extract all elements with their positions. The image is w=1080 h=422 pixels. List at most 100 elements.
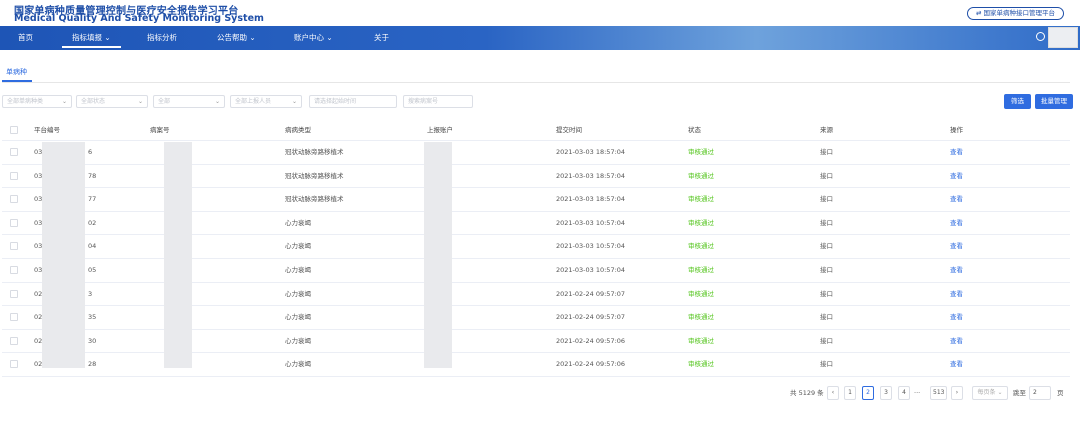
- page-last[interactable]: 513: [930, 386, 948, 400]
- cell-disease-type: 冠状动脉旁路移植术: [285, 171, 344, 180]
- row-checkbox[interactable]: [10, 266, 18, 274]
- cell-view-link[interactable]: 查看: [950, 141, 963, 164]
- row-checkbox[interactable]: [10, 195, 18, 204]
- date-picker[interactable]: 请选择起始时间: [309, 95, 397, 108]
- cell-view-link[interactable]: 查看: [950, 259, 963, 282]
- type-select[interactable]: 全部 ⌄: [153, 95, 225, 108]
- row-checkbox[interactable]: [10, 242, 18, 251]
- prev-page-button[interactable]: ‹: [827, 386, 839, 400]
- row-checkbox[interactable]: [10, 171, 18, 180]
- col-source: 来源: [820, 126, 833, 134]
- header: 国家单病种质量管理控制与医疗安全报告学习平台 Medical Quality A…: [0, 0, 1080, 26]
- cell-source: 接口: [820, 195, 833, 204]
- cell-submit-time: 2021-03-03 10:57:04: [556, 218, 626, 227]
- search-input[interactable]: 搜索病案号: [403, 95, 473, 108]
- page-size-select[interactable]: 每页条 ⌄: [972, 386, 1008, 400]
- page-1[interactable]: 1: [844, 386, 856, 400]
- cell-view-link[interactable]: 查看: [950, 165, 963, 188]
- cell-view-link[interactable]: 查看: [950, 188, 963, 211]
- cell-source: 接口: [820, 313, 833, 322]
- status-select[interactable]: 全部状态 ⌄: [76, 95, 148, 108]
- col-platform-id: 平台编号: [34, 126, 60, 134]
- nav-announcement-help[interactable]: 公告帮助 ⌄: [217, 26, 256, 50]
- cell-view-link[interactable]: 查看: [950, 306, 963, 329]
- cell-disease-type: 心力衰竭: [285, 289, 311, 298]
- cell-view-link[interactable]: 查看: [950, 235, 963, 258]
- row-checkbox[interactable]: [10, 336, 18, 345]
- cell-view-link[interactable]: 查看: [950, 212, 963, 235]
- interface-platform-button[interactable]: ⇄ 国家单病种接口管理平台: [966, 7, 1064, 20]
- cell-status: 审核通过: [688, 218, 714, 227]
- cell-submit-time: 2021-03-03 18:57:04: [556, 195, 626, 204]
- cell-disease-type: 心力衰竭: [285, 336, 311, 345]
- goto-suffix: 页: [1057, 389, 1064, 397]
- reporter-select[interactable]: 全部上报人员 ⌄: [230, 95, 302, 108]
- cell-source: 接口: [820, 336, 833, 345]
- select-all-checkbox[interactable]: [10, 126, 18, 134]
- type-select-value: 全部: [158, 98, 171, 105]
- chevron-down-icon: ⌄: [291, 98, 297, 105]
- redaction-mask: [424, 142, 452, 368]
- cell-view-link[interactable]: 查看: [950, 283, 963, 306]
- avatar[interactable]: [1048, 27, 1078, 48]
- cell-status: 审核通过: [688, 360, 714, 369]
- cell-submit-time: 2021-02-24 09:57:06: [556, 336, 626, 345]
- table-row: 03 6 冠状动脉旁路移植术 2021-03-03 18:57:04 审核通过 接口 查看: [2, 141, 1070, 165]
- row-checkbox[interactable]: [10, 148, 18, 156]
- cell-view-link[interactable]: 查看: [950, 353, 963, 376]
- row-checkbox[interactable]: [10, 218, 18, 227]
- nav-home[interactable]: 首页: [18, 26, 33, 50]
- table-row: 03 78 冠状动脉旁路移植术 2021-03-03 18:57:04 审核通过 接口 查看: [2, 165, 1070, 189]
- main-nav: 首页 指标填报 ⌄ 指标分析 公告帮助 ⌄ 账户中心 ⌄ 关于: [0, 26, 1080, 50]
- batch-manage-button[interactable]: 批量管理: [1035, 94, 1073, 109]
- cell-source: 接口: [820, 242, 833, 251]
- table-row: 03 05 心力衰竭 2021-03-03 10:57:04 审核通过 接口 查看: [2, 259, 1070, 283]
- goto-page-input[interactable]: 2: [1029, 386, 1051, 400]
- redaction-mask: [42, 142, 85, 368]
- table-row: 03 77 冠状动脉旁路移植术 2021-03-03 18:57:04 审核通过 接口 查看: [2, 188, 1070, 212]
- cell-platform-id-suffix: 28: [88, 360, 97, 369]
- row-checkbox[interactable]: [10, 313, 18, 322]
- tab-divider: [2, 82, 1070, 83]
- cell-disease-type: 心力衰竭: [285, 313, 311, 322]
- filter-button[interactable]: 筛选: [1004, 94, 1031, 109]
- cell-view-link[interactable]: 查看: [950, 330, 963, 353]
- cell-status: 审核通过: [688, 313, 714, 322]
- cell-disease-type: 心力衰竭: [285, 242, 311, 251]
- reporter-select-value: 全部上报人员: [235, 98, 272, 105]
- next-page-button[interactable]: ›: [951, 386, 963, 400]
- cell-submit-time: 2021-02-24 09:57:07: [556, 313, 626, 322]
- cell-platform-id-suffix: 05: [88, 266, 97, 274]
- user-icon[interactable]: [1036, 32, 1045, 41]
- cell-platform-id-suffix: 35: [88, 313, 97, 322]
- redaction-mask: [164, 142, 192, 368]
- col-case-no: 病案号: [150, 126, 170, 134]
- page-2[interactable]: 2: [862, 386, 874, 400]
- nav-about[interactable]: 关于: [374, 26, 389, 50]
- goto-label: 跳至: [1013, 389, 1026, 397]
- table-row: 02 35 心力衰竭 2021-02-24 09:57:07 审核通过 接口 查看: [2, 306, 1070, 330]
- disease-select[interactable]: 全部单病种类 ⌄: [2, 95, 72, 108]
- cell-submit-time: 2021-02-24 09:57:07: [556, 289, 626, 298]
- search-input-placeholder: 搜索病案号: [408, 98, 439, 105]
- row-checkbox[interactable]: [10, 289, 18, 298]
- cell-status: 审核通过: [688, 336, 714, 345]
- nav-indicator-analysis[interactable]: 指标分析: [147, 26, 177, 50]
- page-4[interactable]: 4: [898, 386, 910, 400]
- cell-status: 审核通过: [688, 266, 714, 274]
- cell-submit-time: 2021-03-03 10:57:04: [556, 266, 626, 274]
- nav-indicator-report[interactable]: 指标填报 ⌄: [62, 26, 121, 50]
- site-title-en: Medical Quality And Safety Monitoring Sy…: [14, 13, 264, 24]
- cell-platform-id-suffix: 6: [88, 148, 93, 156]
- col-submit-time: 提交时间: [556, 126, 582, 134]
- cell-source: 接口: [820, 148, 833, 156]
- table-row: 02 3 心力衰竭 2021-02-24 09:57:07 审核通过 接口 查看: [2, 283, 1070, 307]
- page-3[interactable]: 3: [880, 386, 892, 400]
- cell-disease-type: 心力衰竭: [285, 266, 311, 274]
- row-checkbox[interactable]: [10, 360, 18, 369]
- tab-single-disease[interactable]: 单病种: [6, 67, 27, 77]
- nav-account-center[interactable]: 账户中心 ⌄: [294, 26, 333, 50]
- table-row: 03 04 心力衰竭 2021-03-03 10:57:04 审核通过 接口 查看: [2, 235, 1070, 259]
- table-row: 03 02 心力衰竭 2021-03-03 10:57:04 审核通过 接口 查看: [2, 212, 1070, 236]
- cell-disease-type: 心力衰竭: [285, 360, 311, 369]
